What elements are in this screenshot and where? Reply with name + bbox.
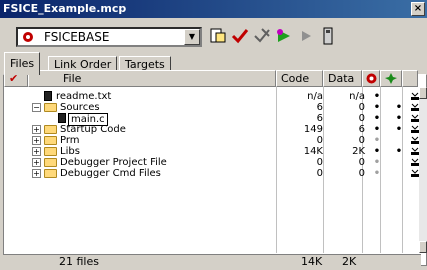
- options-column-header[interactable]: [402, 70, 418, 87]
- data-size: 0: [358, 168, 365, 179]
- target-icon: [23, 32, 33, 42]
- options-icon[interactable]: [411, 92, 419, 100]
- total-data: 2K: [342, 255, 357, 268]
- expand-icon[interactable]: +: [32, 169, 41, 178]
- column-header: ✔ File Code Data: [0, 70, 418, 87]
- table-row[interactable]: + Libs 14K 2K • •: [4, 146, 419, 157]
- options-icon[interactable]: [411, 169, 419, 177]
- chevron-down-icon[interactable]: ▼: [184, 29, 200, 45]
- debug-dot[interactable]: •: [373, 91, 381, 102]
- data-size: 0: [358, 102, 365, 113]
- folder-icon: [44, 147, 57, 156]
- code-size: 0: [316, 157, 323, 168]
- data-size: 0: [358, 135, 365, 146]
- data-size: 0: [358, 157, 365, 168]
- debug-dot[interactable]: •: [373, 135, 381, 146]
- collapse-icon[interactable]: −: [32, 103, 41, 112]
- code-size: 6: [316, 102, 323, 113]
- file-icon: [58, 113, 66, 123]
- table-row[interactable]: − Sources 6 0 • •: [4, 102, 419, 113]
- table-row[interactable]: main.c 6 0 • •: [4, 113, 419, 126]
- expand-icon[interactable]: +: [32, 147, 41, 156]
- close-button[interactable]: ×: [411, 2, 425, 16]
- expand-icon[interactable]: +: [32, 125, 41, 134]
- debug-dot[interactable]: •: [373, 102, 381, 113]
- table-row[interactable]: + Debugger Cmd Files 0 0 •: [4, 168, 419, 179]
- file-name: readme.txt: [56, 91, 112, 102]
- group-name: Sources: [60, 102, 100, 113]
- options-icon[interactable]: [411, 158, 419, 166]
- table-row[interactable]: + Startup Code 149 6 • •: [4, 124, 419, 135]
- file-count: 21 files: [59, 255, 99, 268]
- group-name: Libs: [60, 146, 80, 157]
- group-name: Prm: [60, 135, 80, 146]
- data-size: 2K: [352, 146, 365, 157]
- table-row[interactable]: readme.txt n/a n/a •: [4, 91, 419, 102]
- data-column-header[interactable]: Data: [323, 70, 362, 87]
- scroll-down-button[interactable]: [419, 241, 427, 253]
- code-size: 6: [316, 113, 323, 124]
- code-size: 0: [316, 168, 323, 179]
- tab-files[interactable]: Files: [4, 52, 41, 75]
- folder-open-icon: [44, 103, 57, 112]
- debug-dot[interactable]: •: [373, 157, 381, 168]
- debug-dot[interactable]: •: [373, 168, 381, 179]
- debug-dot[interactable]: •: [373, 146, 381, 157]
- expand-icon[interactable]: +: [32, 158, 41, 167]
- target-dot[interactable]: •: [395, 124, 403, 135]
- folder-icon: [44, 125, 57, 134]
- options-icon[interactable]: [411, 114, 419, 122]
- target-select[interactable]: FSICEBASE ▼: [16, 27, 202, 47]
- target-dot[interactable]: •: [395, 113, 403, 124]
- target-dot[interactable]: •: [395, 146, 403, 157]
- data-size: 6: [358, 124, 365, 135]
- target-column-header[interactable]: [380, 70, 402, 87]
- scroll-up-button[interactable]: [419, 87, 427, 99]
- code-size: 0: [316, 135, 323, 146]
- debug-column-header[interactable]: [362, 70, 380, 87]
- data-size: n/a: [349, 91, 365, 102]
- code-size: n/a: [307, 91, 323, 102]
- file-icon: [44, 91, 52, 101]
- options-icon[interactable]: [411, 125, 419, 133]
- debug-column-icon: [366, 73, 377, 84]
- code-size: 14K: [303, 146, 323, 157]
- options-icon[interactable]: [411, 136, 419, 144]
- code-column-header[interactable]: Code: [276, 70, 323, 87]
- group-name: Debugger Cmd Files: [60, 168, 161, 179]
- settings-icon[interactable]: [208, 26, 228, 46]
- expand-icon[interactable]: +: [32, 136, 41, 145]
- run-icon[interactable]: [296, 26, 316, 46]
- folder-icon: [44, 158, 57, 167]
- checkmark-icon[interactable]: [230, 26, 250, 46]
- folder-icon: [44, 136, 57, 145]
- table-row[interactable]: + Debugger Project File 0 0 •: [4, 157, 419, 168]
- device-icon[interactable]: [318, 26, 338, 46]
- group-name: Debugger Project File: [60, 157, 167, 168]
- code-size: 149: [303, 124, 323, 135]
- target-name: FSICEBASE: [44, 30, 110, 44]
- vertical-scrollbar[interactable]: [419, 87, 427, 253]
- total-code: 14K: [301, 255, 323, 268]
- data-size: 0: [358, 113, 365, 124]
- window-title: FSICE_Example.mcp: [3, 2, 127, 15]
- group-name: Startup Code: [60, 124, 126, 135]
- debug-dot[interactable]: •: [373, 124, 381, 135]
- make-icon[interactable]: [252, 26, 272, 46]
- debug-icon[interactable]: [274, 26, 294, 46]
- options-icon[interactable]: [411, 147, 419, 155]
- debug-dot[interactable]: •: [373, 113, 381, 124]
- window-titlebar[interactable]: FSICE_Example.mcp ×: [0, 0, 427, 18]
- folder-icon: [44, 169, 57, 178]
- table-row[interactable]: + Prm 0 0 •: [4, 135, 419, 146]
- target-column-icon: [385, 73, 397, 84]
- toolbar: FSICEBASE ▼: [0, 18, 427, 48]
- file-column-header[interactable]: File: [28, 70, 276, 87]
- target-dot[interactable]: •: [395, 102, 403, 113]
- options-icon[interactable]: [411, 103, 419, 111]
- status-bar: 21 files 14K 2K: [3, 254, 421, 269]
